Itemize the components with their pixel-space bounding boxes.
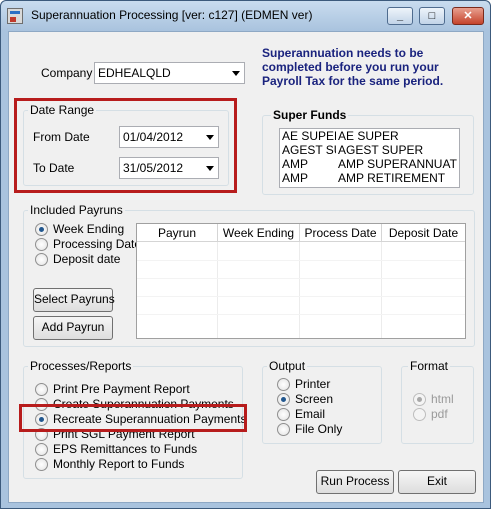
fund-name: AE SUPER (338, 129, 399, 143)
radio-label: html (431, 392, 454, 406)
company-label: Company (41, 66, 93, 80)
radio-label: pdf (431, 407, 448, 421)
radio-label: Week Ending (53, 222, 125, 236)
grid-column-divider (217, 242, 218, 338)
radio-indicator (35, 223, 48, 236)
radio-label: Monthly Report to Funds (53, 457, 185, 471)
column-header-week-ending[interactable]: Week Ending (218, 224, 300, 242)
column-header-process-date[interactable]: Process Date (300, 224, 382, 242)
payrun-grid[interactable]: Payrun Week Ending Process Date Deposit … (136, 223, 466, 339)
radio-indicator (35, 238, 48, 251)
maximize-button[interactable]: □ (419, 7, 445, 25)
radio-label: Processing Date (53, 237, 142, 251)
fund-code: AGEST SUPER (282, 143, 336, 157)
column-header-deposit-date[interactable]: Deposit Date (382, 224, 465, 242)
super-funds-label: Super Funds (271, 108, 349, 122)
close-icon: ✕ (463, 10, 473, 22)
radio-label: File Only (295, 422, 343, 436)
grid-row-divider (137, 260, 465, 261)
grid-row-divider (137, 278, 465, 279)
fund-name: AMP RETIREMENT (338, 171, 446, 185)
run-process-button[interactable]: Run Process (316, 470, 394, 494)
select-payruns-button[interactable]: Select Payruns (33, 288, 115, 312)
fund-code: AMP (282, 157, 309, 171)
radio-indicator (277, 393, 290, 406)
chevron-down-icon (232, 71, 240, 76)
fund-name: AGEST SUPER (338, 143, 424, 157)
super-funds-list[interactable]: AE SUPER AE SUPER AGEST SUPER AGEST SUPE… (279, 128, 460, 188)
maximize-icon: □ (428, 10, 436, 22)
close-button[interactable]: ✕ (452, 7, 484, 25)
radio-label: Printer (295, 377, 331, 391)
radio-label: Screen (295, 392, 334, 406)
minimize-icon: _ (396, 10, 404, 22)
radio-indicator (277, 408, 290, 421)
radio-indicator (35, 253, 48, 266)
radio-label: EPS Remittances to Funds (53, 442, 198, 456)
format-label: Format (408, 359, 451, 373)
output-label: Output (267, 359, 308, 373)
app-icon (7, 8, 23, 24)
radio-indicator (277, 378, 290, 391)
column-header-payrun[interactable]: Payrun (137, 224, 218, 242)
minimize-button[interactable]: _ (387, 7, 413, 25)
grid-column-divider (381, 242, 382, 338)
fund-code: AE SUPER (282, 129, 336, 143)
grid-column-divider (299, 242, 300, 338)
application-window: Superannuation Processing [ver: c127] (E… (0, 0, 491, 509)
processes-reports-label: Processes/Reports (28, 359, 134, 373)
grid-row-divider (137, 314, 465, 315)
exit-button[interactable]: Exit (398, 470, 476, 494)
radio-label: Print Pre Payment Report (53, 382, 190, 396)
date-range-annotation-box (14, 98, 237, 193)
company-select[interactable]: EDHEALQLD (94, 62, 245, 84)
included-payruns-label: Included Payruns (28, 203, 125, 217)
radio-label: Email (295, 407, 326, 421)
radio-indicator (413, 393, 426, 406)
fund-name: AMP SUPERANNUATION (338, 157, 458, 171)
radio-indicator (35, 443, 48, 456)
radio-indicator (277, 423, 290, 436)
title-bar[interactable]: Superannuation Processing [ver: c127] (E… (1, 1, 490, 31)
add-payrun-button[interactable]: Add Payrun (33, 316, 113, 340)
dialog-body: Company EDHEALQLD Superannuation needs t… (8, 31, 484, 503)
grid-row-divider (137, 296, 465, 297)
fund-code: AMP (282, 171, 309, 185)
radio-indicator (413, 408, 426, 421)
recreate-payments-annotation-box (19, 404, 247, 432)
radio-indicator (35, 383, 48, 396)
window-title: Superannuation Processing [ver: c127] (E… (31, 8, 313, 22)
company-value: EDHEALQLD (98, 66, 171, 80)
radio-label: Deposit date (53, 252, 121, 266)
payroll-tax-notice: Superannuation needs to be completed bef… (262, 46, 444, 88)
radio-indicator (35, 458, 48, 471)
